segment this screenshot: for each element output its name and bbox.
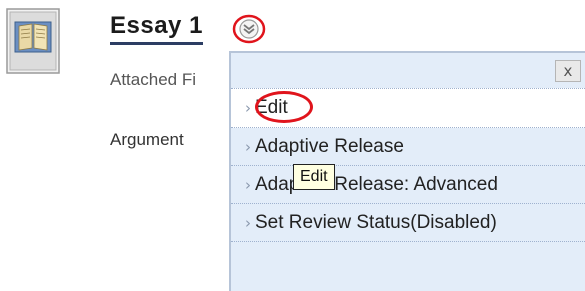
- menu-item-edit[interactable]: › Edit: [231, 88, 585, 128]
- menu-item-label: Adaptive Release: [255, 135, 404, 157]
- right-arrow-icon: ›: [245, 213, 251, 232]
- close-icon[interactable]: x: [555, 60, 581, 82]
- argument-label: Argument: [110, 130, 184, 149]
- chevron-down-circle-icon[interactable]: [232, 14, 266, 44]
- menu-items: › Edit › Adaptive Release › Adaptive Rel…: [231, 88, 585, 242]
- tooltip: Edit: [293, 164, 335, 190]
- menu-item-label: Set Review Status(Disabled): [255, 211, 497, 233]
- right-arrow-icon: ›: [245, 137, 251, 156]
- context-menu: x › Edit › Adaptive Release › Adaptive R…: [229, 51, 585, 291]
- menu-item-adaptive-release-advanced[interactable]: › Adaptive Release: Advanced: [231, 166, 585, 204]
- attached-files-label: Attached Fi: [110, 70, 196, 89]
- menu-item-label: Adaptive Release: Advanced: [255, 173, 498, 195]
- menu-item-set-review-status[interactable]: › Set Review Status(Disabled): [231, 204, 585, 242]
- right-arrow-icon: ›: [245, 99, 251, 117]
- assignment-book-icon: [6, 8, 60, 74]
- item-title[interactable]: Essay 1: [110, 12, 203, 45]
- right-arrow-icon: ›: [245, 175, 251, 194]
- menu-item-label: Edit: [255, 97, 288, 118]
- menu-item-adaptive-release[interactable]: › Adaptive Release: [231, 128, 585, 166]
